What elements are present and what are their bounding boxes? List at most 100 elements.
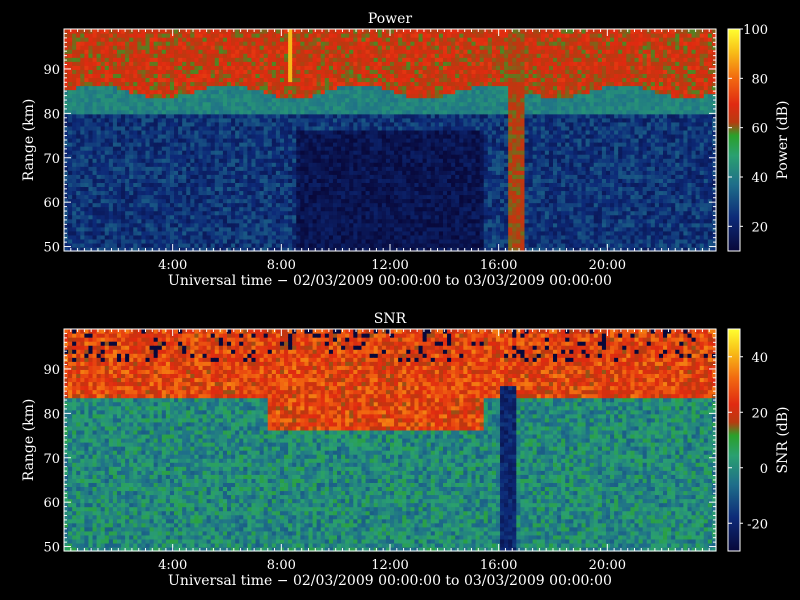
heatmap-cell (231, 194, 236, 200)
heatmap-cell (76, 89, 81, 95)
heatmap-cell (243, 186, 248, 192)
heatmap-cell (157, 45, 163, 50)
heatmap-cell (227, 154, 232, 159)
heatmap-cell (422, 230, 428, 236)
heatmap-cell (165, 85, 171, 91)
heatmap-cell (210, 133, 216, 139)
heatmap-cell (377, 65, 383, 70)
heatmap-cell (96, 154, 102, 159)
heatmap-cell (145, 57, 151, 62)
heatmap-cell (121, 146, 126, 151)
heatmap-cell (320, 53, 326, 58)
heatmap-cell (137, 121, 143, 127)
heatmap-cell (279, 146, 285, 151)
heatmap-cell (353, 174, 358, 179)
heatmap-cell (385, 190, 391, 196)
heatmap-cell (218, 162, 224, 167)
heatmap-cell (288, 210, 293, 216)
heatmap-cell (194, 113, 200, 119)
heatmap-cell (328, 113, 334, 119)
heatmap-cell (231, 49, 236, 54)
heatmap-cell (381, 41, 387, 46)
heatmap-cell (324, 154, 330, 159)
heatmap-cell (84, 206, 90, 212)
heatmap-cell (385, 210, 391, 216)
heatmap-cell (104, 69, 110, 74)
heatmap-cell (271, 125, 277, 131)
heatmap-cell (357, 230, 363, 236)
heatmap-cell (345, 81, 350, 87)
heatmap-cell (161, 117, 167, 123)
heatmap-cell (255, 53, 261, 58)
heatmap-cell (308, 166, 314, 171)
heatmap-cell (402, 146, 407, 151)
heatmap-cell (271, 150, 277, 155)
heatmap-cell (202, 81, 208, 87)
heatmap-cell (284, 170, 289, 175)
heatmap-cell (100, 73, 106, 79)
heatmap-cell (381, 150, 387, 155)
heatmap-cell (267, 198, 273, 204)
heatmap-cell (92, 33, 98, 38)
heatmap-cell (271, 81, 277, 87)
heatmap-cell (284, 105, 289, 111)
heatmap-cell (76, 174, 81, 179)
heatmap-cell (235, 45, 240, 50)
heatmap-cell (402, 234, 407, 240)
heatmap-cell (149, 85, 155, 91)
heatmap-cell (341, 150, 346, 155)
heatmap-cell (72, 142, 77, 147)
heatmap-cell (165, 89, 171, 95)
heatmap-cell (198, 65, 204, 70)
heatmap-cell (296, 125, 301, 131)
heatmap-cell (145, 125, 151, 131)
heatmap-cell (104, 190, 110, 196)
heatmap-cell (337, 73, 342, 79)
heatmap-cell (104, 154, 110, 159)
heatmap-cell (418, 158, 424, 163)
heatmap-cell (369, 170, 375, 175)
heatmap-cell (316, 234, 322, 240)
heatmap-cell (133, 113, 138, 119)
heatmap-cell (410, 202, 416, 208)
heatmap-cell (121, 137, 126, 143)
heatmap-cell (141, 146, 147, 151)
heatmap-cell (141, 33, 147, 38)
heatmap-cell (353, 61, 358, 66)
heatmap-cell (222, 61, 228, 66)
heatmap-cell (141, 242, 147, 248)
heatmap-cell (365, 113, 371, 119)
heatmap-cell (153, 218, 159, 224)
heatmap-cell (341, 137, 346, 143)
heatmap-cell (337, 89, 342, 95)
heatmap-cell (369, 93, 375, 99)
heatmap-cell (116, 57, 122, 62)
heatmap-cell (178, 146, 183, 151)
heatmap-cell (190, 186, 195, 192)
heatmap-cell (145, 238, 151, 244)
heatmap-cell (137, 170, 143, 175)
heatmap-cell (296, 45, 301, 50)
heatmap-cell (406, 182, 411, 188)
heatmap-cell (121, 105, 126, 111)
heatmap-cell (96, 57, 102, 62)
heatmap-cell (165, 162, 171, 167)
heatmap-cell (308, 121, 314, 127)
heatmap-cell (206, 29, 212, 34)
heatmap-cell (345, 105, 350, 111)
heatmap-cell (430, 125, 436, 131)
heatmap-cell (210, 49, 216, 54)
heatmap-cell (194, 101, 200, 107)
heatmap-cell (292, 125, 297, 131)
heatmap-cell (320, 49, 326, 54)
heatmap-cell (206, 93, 212, 99)
heatmap-cell (133, 41, 138, 46)
heatmap-cell (108, 146, 114, 151)
heatmap-cell (182, 218, 187, 224)
heatmap-cell (125, 226, 130, 232)
heatmap-cell (96, 125, 102, 131)
heatmap-cell (149, 218, 155, 224)
heatmap-cell (308, 105, 314, 111)
heatmap-cell (320, 137, 326, 143)
heatmap-cell (141, 41, 147, 46)
